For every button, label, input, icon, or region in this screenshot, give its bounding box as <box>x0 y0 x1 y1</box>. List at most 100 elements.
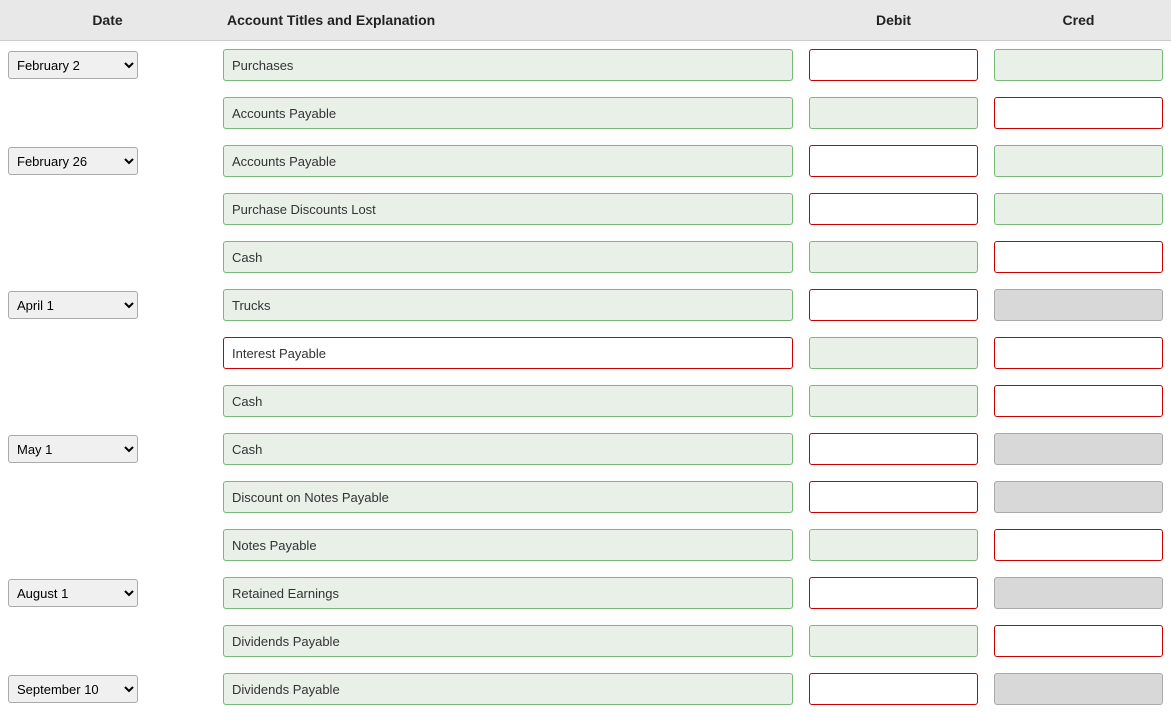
table-row: February 2February 26April 1May 1August … <box>0 281 1171 329</box>
table-row: February 2February 26April 1May 1August … <box>0 425 1171 473</box>
account-cell <box>215 525 801 565</box>
table-row <box>0 185 1171 233</box>
date-cell <box>0 637 215 645</box>
date-cell <box>0 109 215 117</box>
account-input[interactable] <box>223 49 793 81</box>
date-select[interactable]: February 2February 26April 1May 1August … <box>8 675 138 703</box>
credit-cell <box>986 285 1171 325</box>
account-input[interactable] <box>223 577 793 609</box>
credit-cell <box>986 189 1171 229</box>
debit-cell <box>801 285 986 325</box>
account-input[interactable] <box>223 673 793 705</box>
credit-input[interactable] <box>994 145 1163 177</box>
debit-input[interactable] <box>809 433 978 465</box>
account-input[interactable] <box>223 241 793 273</box>
credit-input[interactable] <box>994 385 1163 417</box>
account-cell <box>215 429 801 469</box>
debit-input[interactable] <box>809 289 978 321</box>
table-row <box>0 617 1171 665</box>
credit-input[interactable] <box>994 577 1163 609</box>
debit-cell <box>801 237 986 277</box>
credit-input[interactable] <box>994 625 1163 657</box>
debit-cell <box>801 93 986 133</box>
credit-cell <box>986 429 1171 469</box>
account-cell <box>215 381 801 421</box>
credit-cell <box>986 621 1171 661</box>
date-select[interactable]: February 2February 26April 1May 1August … <box>8 291 138 319</box>
debit-input[interactable] <box>809 481 978 513</box>
debit-cell <box>801 621 986 661</box>
account-input[interactable] <box>223 97 793 129</box>
credit-cell <box>986 237 1171 277</box>
debit-input[interactable] <box>809 145 978 177</box>
table-body: February 2February 26April 1May 1August … <box>0 41 1171 713</box>
debit-input[interactable] <box>809 97 978 129</box>
table-row <box>0 233 1171 281</box>
debit-cell <box>801 429 986 469</box>
debit-input[interactable] <box>809 337 978 369</box>
date-cell: February 2February 26April 1May 1August … <box>0 431 215 467</box>
table-header: Date Account Titles and Explanation Debi… <box>0 0 1171 41</box>
date-cell: February 2February 26April 1May 1August … <box>0 575 215 611</box>
account-cell <box>215 333 801 373</box>
account-input[interactable] <box>223 385 793 417</box>
table-row <box>0 89 1171 137</box>
account-cell <box>215 669 801 709</box>
table-row <box>0 473 1171 521</box>
date-select[interactable]: February 2February 26April 1May 1August … <box>8 147 138 175</box>
credit-input[interactable] <box>994 337 1163 369</box>
date-cell <box>0 253 215 261</box>
account-input[interactable] <box>223 289 793 321</box>
debit-input[interactable] <box>809 49 978 81</box>
debit-cell <box>801 573 986 613</box>
journal-table: Date Account Titles and Explanation Debi… <box>0 0 1171 713</box>
table-row: February 2February 26April 1May 1August … <box>0 665 1171 713</box>
credit-input[interactable] <box>994 433 1163 465</box>
debit-input[interactable] <box>809 193 978 225</box>
debit-input[interactable] <box>809 529 978 561</box>
date-header: Date <box>0 8 215 32</box>
credit-input[interactable] <box>994 481 1163 513</box>
account-input[interactable] <box>223 481 793 513</box>
credit-cell <box>986 573 1171 613</box>
debit-cell <box>801 525 986 565</box>
date-select[interactable]: February 2February 26April 1May 1August … <box>8 579 138 607</box>
account-input[interactable] <box>223 529 793 561</box>
date-cell: February 2February 26April 1May 1August … <box>0 671 215 707</box>
account-input[interactable] <box>223 337 793 369</box>
account-input[interactable] <box>223 625 793 657</box>
date-select[interactable]: February 2February 26April 1May 1August … <box>8 51 138 79</box>
debit-input[interactable] <box>809 241 978 273</box>
credit-input[interactable] <box>994 289 1163 321</box>
debit-cell <box>801 189 986 229</box>
credit-cell <box>986 477 1171 517</box>
date-cell <box>0 349 215 357</box>
account-input[interactable] <box>223 433 793 465</box>
account-cell <box>215 93 801 133</box>
debit-cell <box>801 141 986 181</box>
credit-input[interactable] <box>994 97 1163 129</box>
debit-input[interactable] <box>809 673 978 705</box>
debit-input[interactable] <box>809 625 978 657</box>
credit-cell <box>986 93 1171 133</box>
credit-cell <box>986 333 1171 373</box>
date-select[interactable]: February 2February 26April 1May 1August … <box>8 435 138 463</box>
table-row <box>0 521 1171 569</box>
credit-cell <box>986 381 1171 421</box>
credit-input[interactable] <box>994 529 1163 561</box>
account-cell <box>215 237 801 277</box>
debit-input[interactable] <box>809 385 978 417</box>
credit-input[interactable] <box>994 193 1163 225</box>
credit-cell <box>986 525 1171 565</box>
debit-input[interactable] <box>809 577 978 609</box>
date-cell <box>0 205 215 213</box>
account-cell <box>215 621 801 661</box>
account-input[interactable] <box>223 193 793 225</box>
date-cell <box>0 493 215 501</box>
credit-input[interactable] <box>994 673 1163 705</box>
credit-input[interactable] <box>994 241 1163 273</box>
table-row: February 2February 26April 1May 1August … <box>0 41 1171 89</box>
credit-input[interactable] <box>994 49 1163 81</box>
credit-cell <box>986 45 1171 85</box>
account-input[interactable] <box>223 145 793 177</box>
